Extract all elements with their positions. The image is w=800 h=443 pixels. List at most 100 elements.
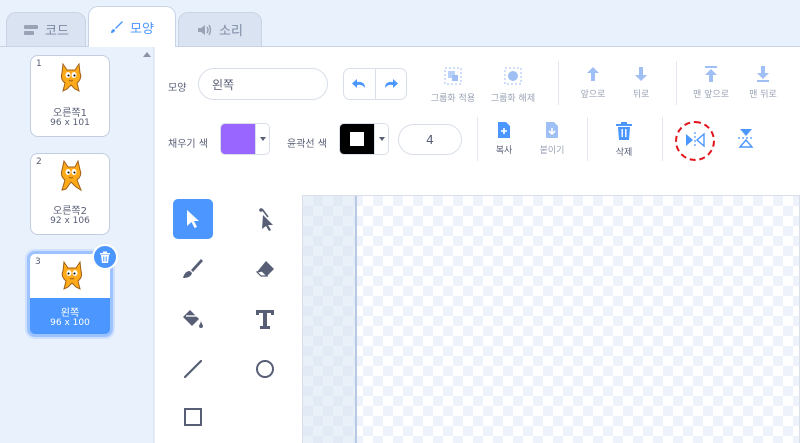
rectangle-icon bbox=[184, 408, 202, 426]
trash-icon bbox=[100, 251, 110, 263]
cursor-icon bbox=[187, 210, 199, 228]
paste-icon bbox=[546, 122, 558, 138]
tab-costumes[interactable]: 모양 bbox=[88, 6, 176, 47]
delete-label: 삭제 bbox=[615, 148, 633, 158]
paint-canvas[interactable] bbox=[302, 195, 800, 443]
outline-color-picker[interactable] bbox=[339, 123, 389, 155]
costume-number: 2 bbox=[36, 157, 42, 167]
redo-icon bbox=[384, 79, 398, 88]
costume-name-value: 왼쪽 bbox=[212, 77, 235, 92]
brush-icon bbox=[111, 21, 124, 33]
sound-icon bbox=[198, 24, 212, 35]
toolbar-divider bbox=[477, 117, 478, 161]
costume-name: 오른쪽2 bbox=[53, 206, 87, 217]
fill-tool[interactable] bbox=[173, 299, 213, 339]
back-label: 맨 뒤로 bbox=[749, 90, 777, 100]
fill-color-label: 채우기 색 bbox=[168, 139, 208, 150]
brush-icon bbox=[183, 259, 203, 278]
trash-icon bbox=[616, 122, 632, 140]
outline-color-label: 윤곽선 색 bbox=[287, 139, 327, 150]
cat-sprite-icon bbox=[60, 159, 83, 192]
costume-name: 왼쪽 bbox=[60, 308, 80, 319]
eraser-icon bbox=[255, 261, 274, 277]
stroke-width-input[interactable]: 4 bbox=[398, 124, 462, 155]
reshape-tool[interactable] bbox=[245, 199, 285, 239]
paste-button[interactable]: 붙이기 bbox=[535, 121, 569, 156]
costume-name: 오른쪽1 bbox=[53, 108, 87, 119]
group-icon bbox=[444, 67, 462, 85]
delete-costume-button[interactable] bbox=[92, 244, 118, 270]
paste-label: 붙이기 bbox=[539, 146, 565, 156]
paint-bucket-icon bbox=[183, 310, 203, 328]
line-tool[interactable] bbox=[173, 349, 213, 389]
costume-size: 96 x 100 bbox=[50, 318, 90, 328]
brush-tool[interactable] bbox=[173, 249, 213, 289]
toolbar-divider bbox=[587, 117, 588, 161]
arrow-top-icon bbox=[705, 66, 717, 82]
fill-color-picker[interactable] bbox=[220, 123, 270, 155]
stroke-width-value: 4 bbox=[426, 132, 434, 147]
select-tool[interactable] bbox=[173, 199, 213, 239]
ungroup-icon bbox=[504, 67, 522, 85]
canvas-offscreen-region bbox=[303, 196, 357, 443]
tab-sounds-label: 소리 bbox=[219, 24, 243, 39]
rectangle-tool[interactable] bbox=[173, 397, 213, 437]
chevron-down-icon bbox=[374, 124, 388, 154]
tab-code[interactable]: 코드 bbox=[6, 12, 86, 46]
costume-size: 92 x 106 bbox=[50, 216, 90, 226]
back-button[interactable]: 맨 뒤로 bbox=[741, 65, 785, 100]
circle-tool[interactable] bbox=[245, 349, 285, 389]
undo-button[interactable] bbox=[344, 69, 375, 99]
costume-item-1[interactable]: 1 오른쪽1 96 x 101 bbox=[30, 55, 110, 137]
line-icon bbox=[183, 359, 203, 379]
costume-list: 1 오른쪽1 96 x 101 2 오른쪽2 92 x 106 3 왼쪽 96 … bbox=[0, 46, 140, 443]
group-button[interactable]: 그룹화 적용 bbox=[425, 65, 481, 104]
copy-button[interactable]: 복사 bbox=[487, 121, 521, 156]
scroll-up-arrow-icon[interactable] bbox=[143, 52, 151, 57]
toolbar-divider bbox=[662, 117, 663, 161]
costume-size: 96 x 101 bbox=[50, 118, 90, 128]
flip-horizontal-button[interactable] bbox=[683, 131, 707, 149]
arrow-up-icon bbox=[587, 67, 599, 81]
circle-icon bbox=[256, 360, 274, 378]
reshape-icon bbox=[259, 208, 273, 231]
front-label: 맨 앞으로 bbox=[693, 90, 729, 100]
fill-color-swatch bbox=[221, 124, 255, 154]
code-icon bbox=[24, 24, 39, 35]
arrow-bottom-icon bbox=[757, 66, 769, 82]
delete-shape-button[interactable]: 삭제 bbox=[606, 121, 642, 158]
ungroup-label: 그룹화 해제 bbox=[490, 94, 536, 104]
ungroup-button[interactable]: 그룹화 해제 bbox=[485, 65, 541, 104]
tab-sounds[interactable]: 소리 bbox=[178, 12, 262, 46]
tab-costumes-label: 모양 bbox=[130, 21, 154, 37]
paint-editor: 모양 왼쪽 그룹화 적용 그룹화 해제 앞으로 뒤로 맨 앞으로 맨 뒤로 채우… bbox=[155, 46, 800, 443]
undo-redo-group bbox=[343, 68, 407, 100]
text-tool[interactable] bbox=[245, 299, 285, 339]
flip-vertical-button[interactable] bbox=[735, 127, 757, 149]
flip-horizontal-icon bbox=[686, 132, 705, 148]
costume-number: 1 bbox=[36, 59, 42, 69]
forward-label: 앞으로 bbox=[580, 90, 606, 100]
editor-tab-bar: 코드 모양 소리 bbox=[0, 0, 800, 47]
outline-color-swatch bbox=[340, 124, 374, 154]
text-icon bbox=[256, 310, 274, 329]
toolbar-divider bbox=[676, 61, 677, 105]
cat-sprite-icon bbox=[61, 260, 83, 290]
group-label: 그룹화 적용 bbox=[430, 94, 476, 104]
backward-label: 뒤로 bbox=[632, 90, 650, 100]
forward-button[interactable]: 앞으로 bbox=[573, 65, 613, 100]
costume-item-2[interactable]: 2 오른쪽2 92 x 106 bbox=[30, 153, 110, 235]
costume-number: 3 bbox=[35, 257, 41, 267]
front-button[interactable]: 맨 앞으로 bbox=[687, 65, 735, 100]
copy-icon bbox=[498, 122, 510, 138]
costume-name-label: 모양 bbox=[168, 83, 187, 94]
redo-button[interactable] bbox=[374, 69, 407, 99]
backward-button[interactable]: 뒤로 bbox=[621, 65, 661, 100]
flip-vertical-icon bbox=[738, 129, 754, 148]
costume-list-scrollbar[interactable] bbox=[140, 46, 154, 443]
chevron-down-icon bbox=[255, 124, 269, 154]
eraser-tool[interactable] bbox=[245, 249, 285, 289]
copy-label: 복사 bbox=[495, 146, 513, 156]
toolbar-divider bbox=[558, 61, 559, 105]
costume-name-input[interactable]: 왼쪽 bbox=[198, 68, 328, 100]
